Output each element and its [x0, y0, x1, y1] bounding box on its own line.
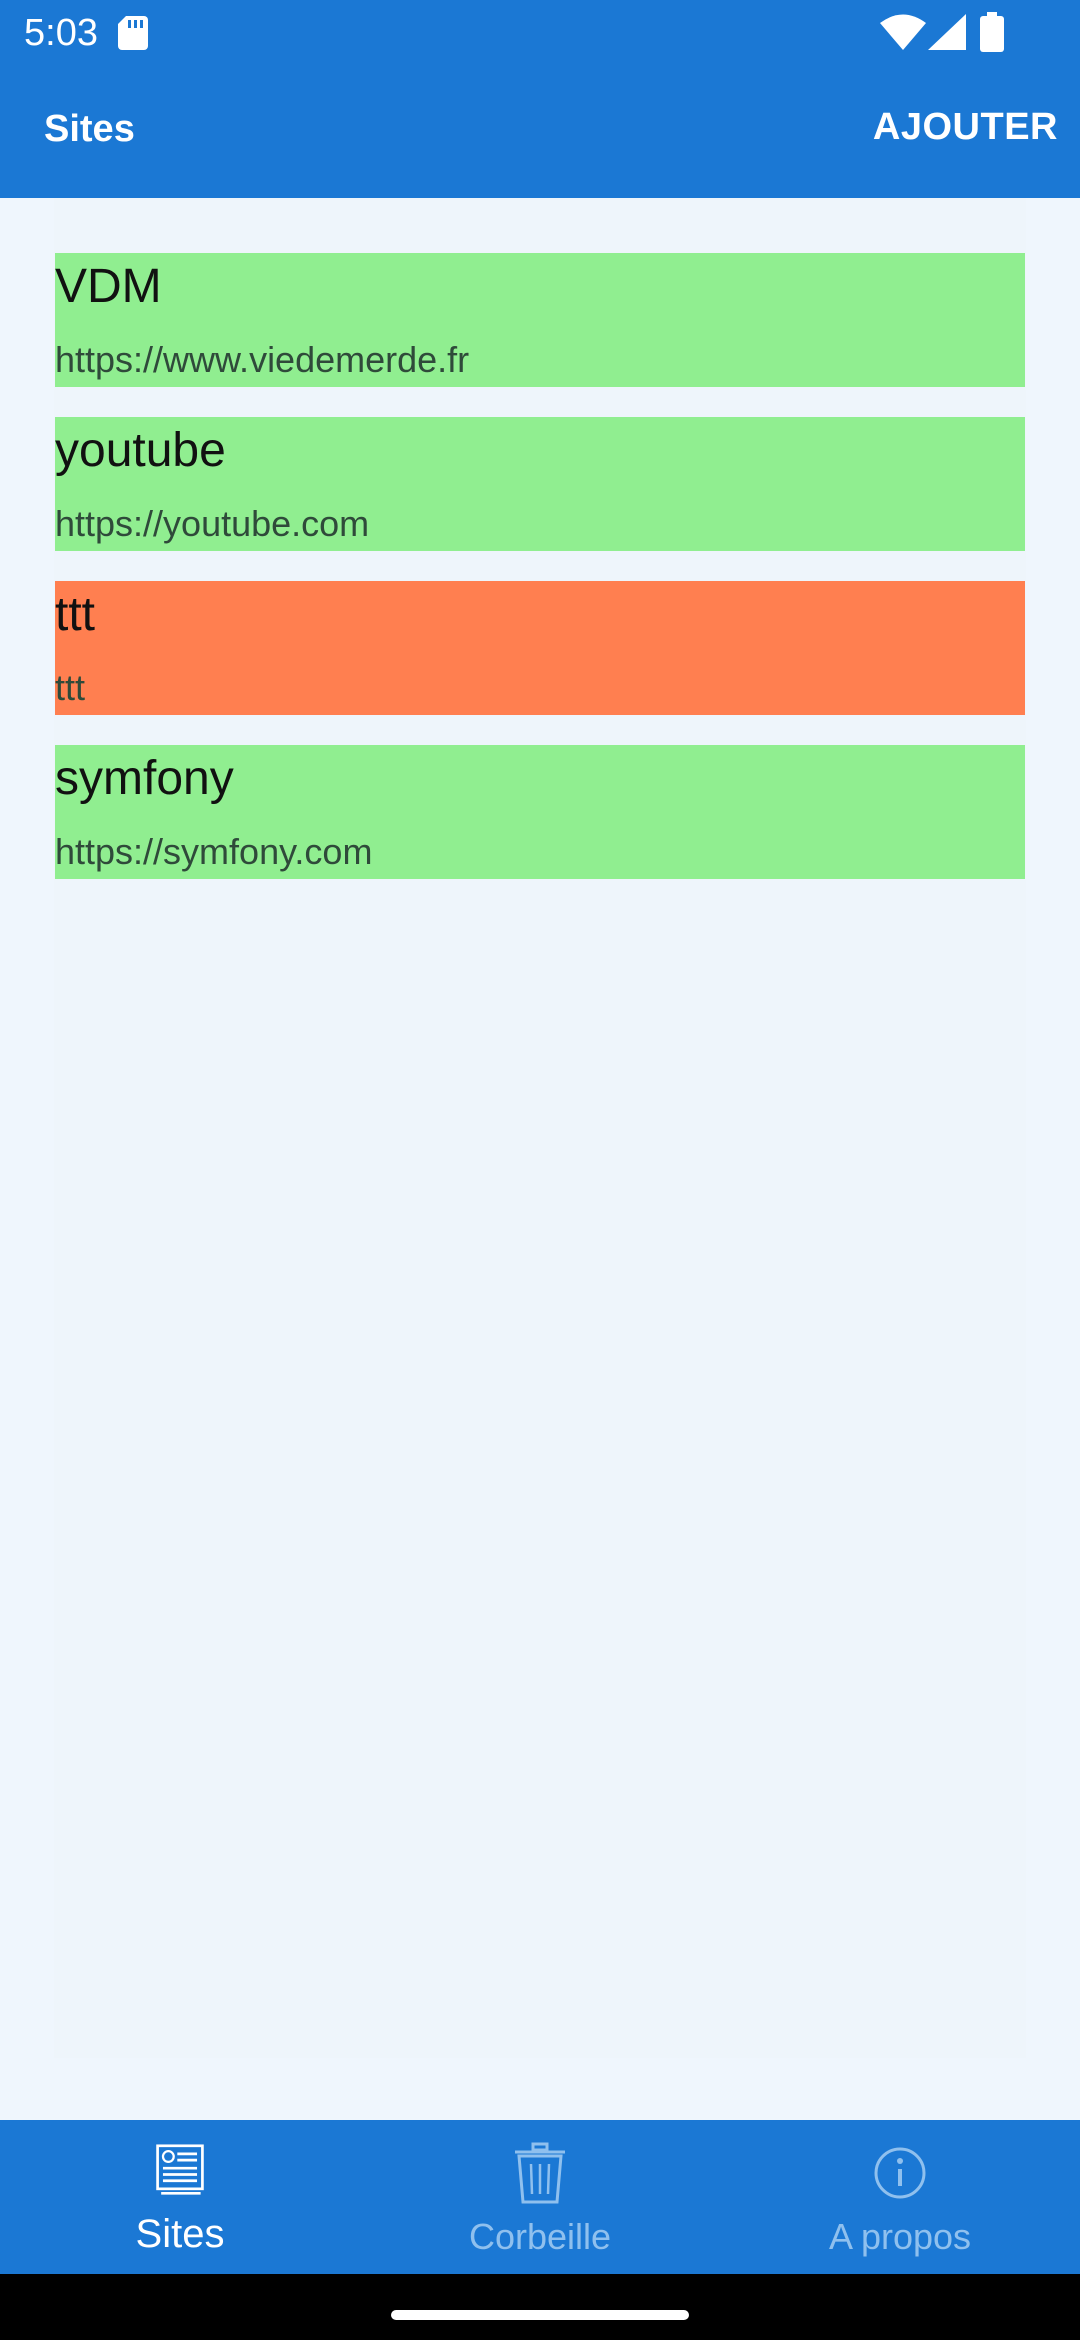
tab-corbeille[interactable]: Corbeille — [360, 2120, 720, 2274]
site-url: https://symfony.com — [55, 831, 373, 872]
site-item-ttt[interactable]: ttt ttt — [55, 581, 1025, 715]
trash-icon — [515, 2142, 565, 2204]
site-url: https://www.viedemerde.fr — [55, 339, 470, 380]
tab-corbeille-label: Corbeille — [468, 2216, 612, 2257]
tab-a-propos-label: A propos — [828, 2216, 972, 2257]
page-title: Sites — [44, 108, 135, 150]
signal-icon — [928, 14, 966, 50]
site-url: ttt — [55, 667, 86, 708]
site-name: symfony — [55, 752, 234, 805]
tab-a-propos[interactable]: A propos — [720, 2120, 1080, 2274]
tab-sites[interactable]: Sites — [0, 2120, 360, 2274]
sd-card-icon — [118, 16, 148, 50]
wifi-icon — [880, 14, 926, 50]
site-item-symfony[interactable]: symfony https://symfony.com — [55, 745, 1025, 879]
system-navigation-bar — [0, 2274, 1080, 2340]
site-item-vdm[interactable]: VDM https://www.viedemerde.fr — [55, 253, 1025, 387]
add-button[interactable]: AJOUTER — [873, 106, 1058, 149]
info-icon — [874, 2147, 926, 2199]
status-bar: 5:03 — [0, 0, 1080, 66]
bottom-navigation: Sites Corbeille A propos — [0, 2120, 1080, 2274]
tab-sites-label: Sites — [135, 2212, 225, 2256]
news-icon — [156, 2144, 204, 2195]
app-bar: Sites AJOUTER — [0, 66, 1080, 198]
home-gesture-handle[interactable] — [391, 2310, 689, 2320]
site-url: https://youtube.com — [55, 503, 370, 544]
battery-icon — [980, 12, 1004, 52]
site-name: youtube — [55, 424, 226, 477]
site-name: ttt — [55, 588, 96, 641]
site-item-youtube[interactable]: youtube https://youtube.com — [55, 417, 1025, 551]
status-time: 5:03 — [24, 12, 98, 54]
top-bar: 5:03 Sites AJOUTER — [0, 0, 1080, 198]
site-name: VDM — [55, 260, 162, 313]
